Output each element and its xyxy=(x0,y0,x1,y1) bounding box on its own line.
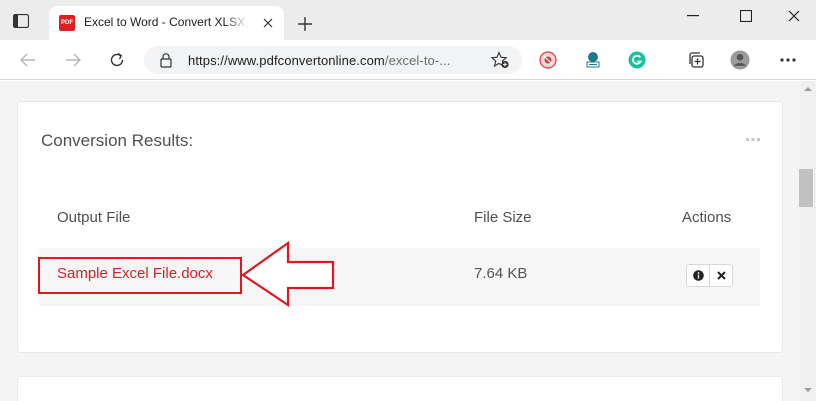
more-options-icon[interactable] xyxy=(778,50,798,70)
next-card xyxy=(17,376,783,401)
pdf-favicon-icon: PDF xyxy=(59,15,75,31)
card-menu-icon[interactable] xyxy=(746,138,760,142)
close-tab-icon[interactable] xyxy=(260,15,276,31)
close-icon xyxy=(717,271,726,280)
header-output-file: Output File xyxy=(57,209,131,226)
url-host: https://www.pdfconvertonline.com xyxy=(188,53,385,68)
file-size-value: 7.64 KB xyxy=(474,265,528,282)
card-title: Conversion Results: xyxy=(41,131,194,150)
grammarly-icon[interactable] xyxy=(627,50,647,70)
url-path: /excel-to-... xyxy=(384,53,451,68)
browser-toolbar: https://www.pdfconvertonline.com/excel-t… xyxy=(0,40,816,80)
url-text[interactable]: https://www.pdfconvertonline.com/excel-t… xyxy=(188,53,450,68)
actions-button-group xyxy=(686,264,733,287)
tab-title: Excel to Word - Convert XLSX, XLS to DOC… xyxy=(84,15,249,29)
delete-button[interactable] xyxy=(709,265,732,286)
back-arrow-icon[interactable] xyxy=(18,50,38,70)
forward-arrow-icon[interactable] xyxy=(63,50,83,70)
conversion-results-card: Conversion Results: Output File File Siz… xyxy=(17,101,783,353)
info-button[interactable] xyxy=(687,265,709,286)
header-actions: Actions xyxy=(682,209,732,226)
address-bar[interactable]: https://www.pdfconvertonline.com/excel-t… xyxy=(144,46,522,74)
new-tab-plus-icon[interactable] xyxy=(295,14,315,34)
highlight-arrow-icon xyxy=(241,241,335,307)
scroll-down-icon[interactable] xyxy=(804,387,812,393)
shield-extension-icon[interactable] xyxy=(538,50,558,70)
favorites-star-icon[interactable] xyxy=(490,51,510,69)
maximize-icon[interactable] xyxy=(731,5,761,27)
refresh-icon[interactable] xyxy=(107,50,127,70)
browser-tab[interactable]: PDF Excel to Word - Convert XLSX, XLS to… xyxy=(49,6,284,40)
profile-avatar-icon[interactable] xyxy=(730,50,750,70)
scroll-up-icon[interactable] xyxy=(804,86,812,92)
lock-icon[interactable] xyxy=(158,52,174,68)
collections-icon[interactable] xyxy=(686,50,706,70)
highlight-box xyxy=(38,257,242,294)
header-file-size: File Size xyxy=(474,209,532,226)
tab-actions-icon[interactable] xyxy=(11,11,31,31)
info-icon xyxy=(692,270,704,281)
vertical-scrollbar[interactable] xyxy=(800,81,816,401)
tab-strip: PDF Excel to Word - Convert XLSX, XLS to… xyxy=(0,0,816,40)
scrollbar-thumb[interactable] xyxy=(799,169,813,207)
page-content: Conversion Results: Output File File Siz… xyxy=(0,81,800,401)
adblock-extension-icon[interactable] xyxy=(583,50,603,70)
minimize-icon[interactable] xyxy=(678,5,708,27)
close-window-icon[interactable] xyxy=(779,5,809,27)
